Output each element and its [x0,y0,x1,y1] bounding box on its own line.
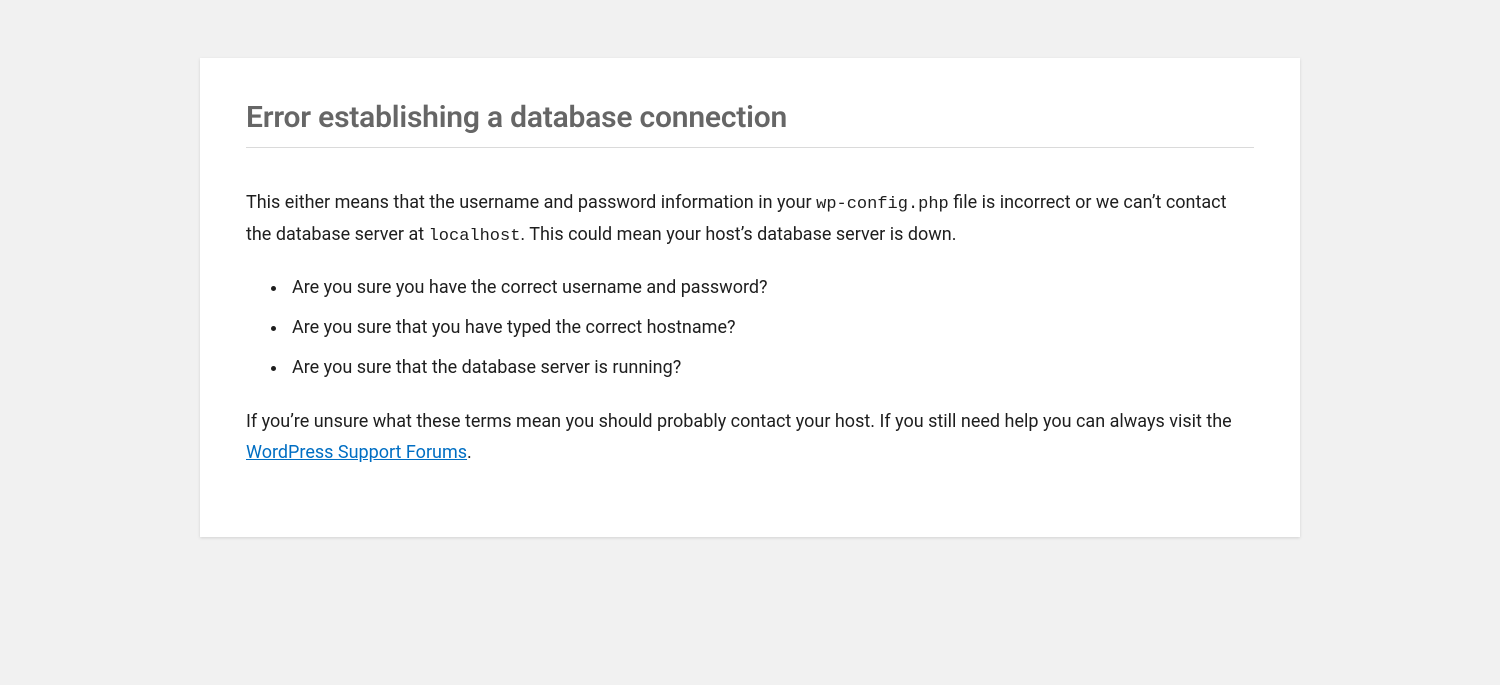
config-file-code: wp-config.php [816,195,949,214]
error-card: Error establishing a database connection… [200,58,1300,537]
explanation-segment-3: . This could mean your host’s database s… [520,224,956,245]
explanation-segment-1: This either means that the username and … [246,192,816,213]
explanation-text: This either means that the username and … [246,188,1254,252]
page-title: Error establishing a database connection [246,84,1254,148]
help-segment-1: If you’re unsure what these terms mean y… [246,411,1232,432]
help-text: If you’re unsure what these terms mean y… [246,407,1254,468]
list-item: Are you sure that the database server is… [288,354,1254,382]
checklist: Are you sure you have the correct userna… [246,274,1254,382]
support-forums-link[interactable]: WordPress Support Forums [246,442,467,463]
list-item: Are you sure that you have typed the cor… [288,314,1254,342]
db-host-code: localhost [429,227,521,246]
help-segment-2: . [467,442,472,463]
list-item: Are you sure you have the correct userna… [288,274,1254,302]
